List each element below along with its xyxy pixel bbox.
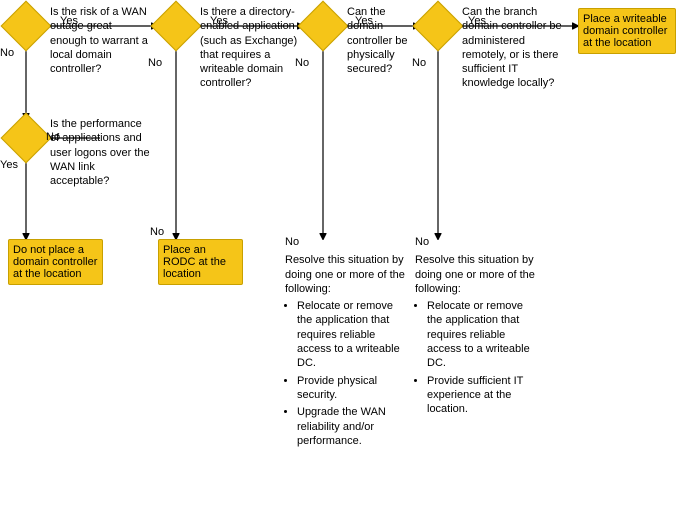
no-label-d4: No	[412, 56, 426, 70]
diamond-d4	[413, 1, 464, 52]
diamond-d1	[1, 1, 52, 52]
diamond-d3	[298, 1, 349, 52]
terminal-t1: Place a writeable domain controller at t…	[578, 8, 676, 54]
yes-label-d5: Yes	[0, 158, 18, 172]
no-label-d5: No	[46, 130, 60, 144]
diamond-d2	[151, 1, 202, 52]
resolve-r1: No Resolve this situation by doing one o…	[285, 235, 410, 451]
resolve-r2: No Resolve this situation by doing one o…	[415, 235, 535, 420]
no-label-r1-above: No	[285, 235, 410, 249]
no-label-d1: No	[0, 46, 14, 60]
resolve-r2-list: Relocate or remove the application that …	[415, 299, 535, 416]
no-label-d3: No	[295, 56, 309, 70]
resolve-r2-header: Resolve this situation by doing one or m…	[415, 253, 535, 296]
resolve-r1-header: Resolve this situation by doing one or m…	[285, 253, 410, 296]
resolve-r1-item-3: Upgrade the WAN reliability and/or perfo…	[297, 405, 410, 448]
resolve-r2-item-2: Provide sufficient IT experience at the …	[427, 374, 535, 417]
yes-label-d2-d3: Yes	[210, 14, 228, 28]
resolve-r1-item-2: Provide physical security.	[297, 374, 410, 403]
no-label-t3-above: No	[150, 225, 164, 239]
yes-label-d4-t1: Yes	[468, 14, 486, 28]
resolve-r1-list: Relocate or remove the application that …	[285, 299, 410, 448]
yes-label-d1-d2: Yes	[60, 14, 78, 28]
diamond-d5	[1, 113, 52, 164]
terminal-t3: Place an RODC at the location	[158, 239, 243, 285]
terminal-t2: Do not place a domain controller at the …	[8, 239, 103, 285]
flowchart: Is the risk of a WAN outage great enough…	[0, 0, 681, 513]
resolve-r2-item-1: Relocate or remove the application that …	[427, 299, 535, 370]
resolve-r1-item-1: Relocate or remove the application that …	[297, 299, 410, 370]
label-d5: Is the performance of applications and u…	[50, 117, 150, 188]
no-label-r2-above: No	[415, 235, 535, 249]
yes-label-d3-d4: Yes	[355, 14, 373, 28]
no-label-d2: No	[148, 56, 162, 70]
